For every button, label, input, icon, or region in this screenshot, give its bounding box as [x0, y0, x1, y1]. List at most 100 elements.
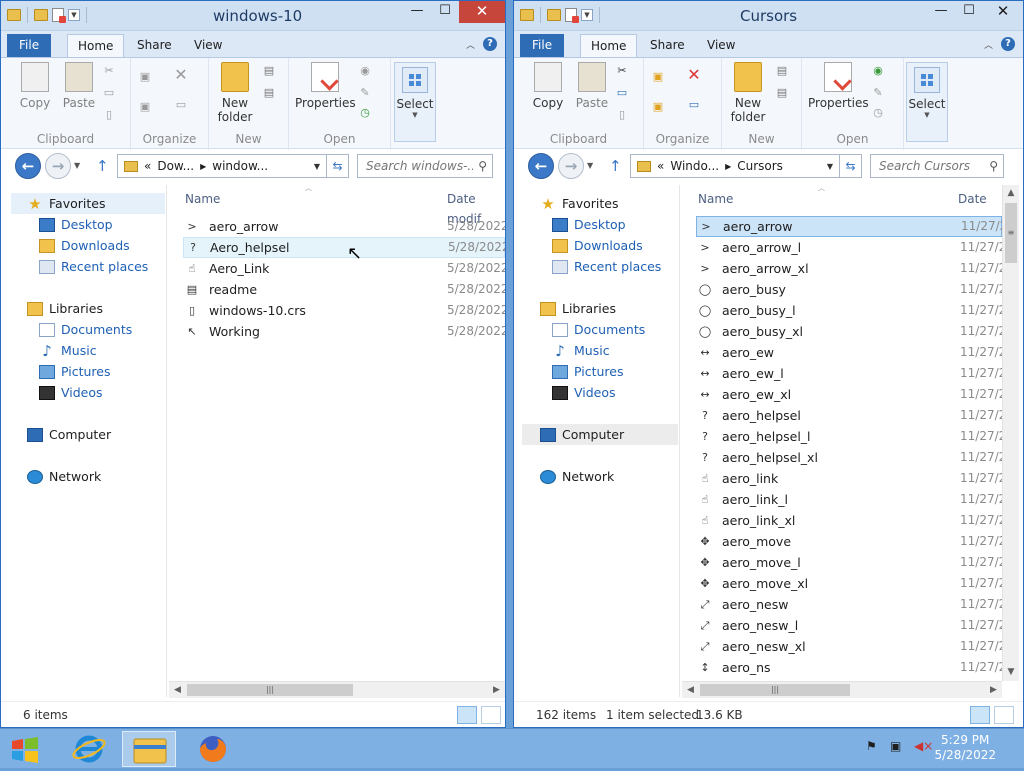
nav-desktop[interactable]: Desktop — [552, 214, 626, 235]
back-button[interactable]: ← — [528, 153, 554, 179]
file-row[interactable]: ↔ aero_ew_xl 11/27/2 — [696, 384, 1002, 405]
scrollbar-thumb[interactable]: ||| — [700, 684, 850, 696]
new-folder-button[interactable]: New folder — [728, 62, 768, 124]
scroll-right-arrow[interactable]: ▶ — [985, 682, 1002, 698]
internet-explorer-button[interactable] — [62, 731, 116, 767]
address-dropdown[interactable]: ▼ — [308, 162, 326, 171]
nav-computer[interactable]: Computer — [522, 424, 678, 445]
file-row[interactable]: ↔ aero_ew 11/27/2 — [696, 342, 1002, 363]
paste-button[interactable]: Paste — [61, 62, 97, 110]
horizontal-scrollbar[interactable]: ◀ ||| ▶ — [169, 681, 505, 698]
nav-music[interactable]: ♪ Music — [552, 340, 609, 361]
cut-icon[interactable]: ✂ — [101, 64, 117, 78]
file-row[interactable]: ✥ aero_move_l 11/27/2 — [696, 552, 1002, 573]
scrollbar-thumb[interactable]: ≡ — [1005, 203, 1017, 263]
vertical-scrollbar[interactable]: ▲ ≡ ▼ — [1002, 185, 1019, 681]
file-explorer-button[interactable] — [122, 731, 176, 767]
file-row[interactable]: ◯ aero_busy_l 11/27/2 — [696, 300, 1002, 321]
cut-icon[interactable]: ✂ — [614, 64, 630, 78]
file-row[interactable]: ☝ aero_link 11/27/2 — [696, 468, 1002, 489]
file-row[interactable]: ▤ readme 5/28/2022 — [183, 279, 505, 300]
forward-button[interactable]: → — [558, 153, 584, 179]
nav-desktop[interactable]: Desktop — [39, 214, 113, 235]
file-row[interactable]: ☝ Aero_Link 5/28/2022 — [183, 258, 505, 279]
easy-access-icon[interactable]: ▤ — [774, 86, 790, 100]
refresh-button[interactable]: ⇆ — [326, 155, 348, 177]
column-name[interactable]: Name — [698, 189, 733, 209]
nav-network[interactable]: Network — [27, 466, 101, 487]
file-row[interactable]: > aero_arrow_l 11/27/2 — [696, 237, 1002, 258]
move-to-icon[interactable]: ▣ — [137, 70, 153, 84]
file-row[interactable]: ☝ aero_link_xl 11/27/2 — [696, 510, 1002, 531]
folder-icon[interactable] — [547, 9, 561, 21]
edit-icon[interactable]: ✎ — [357, 86, 373, 100]
forward-button[interactable]: → — [45, 153, 71, 179]
clock[interactable]: 5:29 PM 5/28/2022 — [934, 733, 996, 763]
file-row[interactable]: ✥ aero_move 11/27/2 — [696, 531, 1002, 552]
minimize-button[interactable]: — — [403, 1, 431, 23]
file-row[interactable]: ↕ aero_ns 11/27/2 — [696, 657, 1002, 678]
collapse-ribbon-icon[interactable]: ︿ — [984, 38, 993, 51]
properties-icon[interactable] — [52, 8, 66, 23]
address-bar[interactable]: « Dow... ▶ window... ▼ ⇆ — [117, 154, 349, 178]
tab-view[interactable]: View — [697, 34, 745, 57]
rename-icon[interactable]: ▭ — [686, 98, 702, 112]
search-box[interactable]: ⚲ — [870, 154, 1004, 178]
tab-view[interactable]: View — [184, 34, 232, 57]
history-icon[interactable]: ◷ — [357, 106, 373, 120]
large-icons-view-icon[interactable] — [481, 706, 501, 724]
chevron-right-icon[interactable]: ▶ — [200, 162, 206, 171]
nav-pictures[interactable]: Pictures — [39, 361, 111, 382]
file-row[interactable]: ↖ Working 5/28/2022 — [183, 321, 505, 342]
search-input[interactable] — [366, 159, 474, 173]
title-bar[interactable]: ▼ Cursors — ☐ ✕ — [514, 1, 1023, 31]
new-item-icon[interactable]: ▤ — [774, 64, 790, 78]
properties-button[interactable]: Properties — [808, 62, 869, 110]
explorer-window-right[interactable]: ▼ Cursors — ☐ ✕ File Home Share View ︿ ?… — [513, 0, 1024, 728]
title-bar[interactable]: ▼ windows-10 — ☐ ✕ — [1, 1, 505, 31]
scroll-left-arrow[interactable]: ◀ — [682, 682, 699, 698]
file-row[interactable]: > aero_arrow 5/28/2022 — [183, 216, 505, 237]
open-icon[interactable]: ◉ — [357, 64, 373, 78]
breadcrumb[interactable]: Cursors — [737, 159, 783, 173]
nav-favorites[interactable]: ★ Favorites — [540, 193, 618, 214]
tab-home[interactable]: Home — [580, 34, 638, 57]
scroll-left-arrow[interactable]: ◀ — [169, 682, 186, 698]
properties-icon[interactable] — [565, 8, 579, 23]
select-button[interactable]: Select ▼ — [394, 62, 436, 142]
paste-button[interactable]: Paste — [574, 62, 610, 110]
new-item-icon[interactable]: ▤ — [261, 64, 277, 78]
copy-button[interactable]: Copy — [17, 62, 53, 110]
file-row[interactable]: > aero_arrow_xl 11/27/2 — [696, 258, 1002, 279]
search-icon[interactable]: ⚲ — [473, 159, 492, 173]
properties-button[interactable]: Properties — [295, 62, 356, 110]
tab-share[interactable]: Share — [127, 34, 182, 57]
copy-to-icon[interactable]: ▣ — [650, 100, 666, 114]
help-icon[interactable]: ? — [1001, 37, 1015, 51]
breadcrumb-overflow[interactable]: « — [657, 159, 664, 173]
file-row[interactable]: > aero_arrow 11/27/2 — [696, 216, 1002, 237]
breadcrumb[interactable]: window... — [212, 159, 268, 173]
action-center-flag-icon[interactable]: ⚑ — [866, 739, 877, 753]
search-icon[interactable]: ⚲ — [984, 159, 1003, 173]
chevron-down-icon[interactable]: ▼ — [581, 9, 593, 21]
refresh-button[interactable]: ⇆ — [839, 155, 861, 177]
scrollbar-thumb[interactable]: ||| — [187, 684, 353, 696]
maximize-button[interactable]: ☐ — [431, 1, 459, 23]
nav-downloads[interactable]: Downloads — [552, 235, 643, 256]
nav-network[interactable]: Network — [540, 466, 614, 487]
column-date-modified[interactable]: Date mo — [958, 189, 1002, 226]
file-row[interactable]: ↔ aero_ew_l 11/27/2 — [696, 363, 1002, 384]
file-row[interactable]: ☝ aero_link_l 11/27/2 — [696, 489, 1002, 510]
scroll-up-arrow[interactable]: ▲ — [1003, 185, 1019, 202]
file-row[interactable]: ? aero_helpsel_l 11/27/2 — [696, 426, 1002, 447]
file-row[interactable]: ? aero_helpsel_xl 11/27/2 — [696, 447, 1002, 468]
address-bar[interactable]: « Windo... ▶ Cursors ▼ ⇆ — [630, 154, 862, 178]
search-input[interactable] — [879, 159, 985, 173]
network-status-icon[interactable]: ▣ — [890, 739, 901, 753]
start-button[interactable] — [8, 735, 42, 765]
volume-muted-icon[interactable]: ◀× — [914, 739, 933, 753]
copy-button[interactable]: Copy — [530, 62, 566, 110]
file-row[interactable]: ⤢ aero_nesw 11/27/2 — [696, 594, 1002, 615]
details-view-icon[interactable] — [970, 706, 990, 724]
